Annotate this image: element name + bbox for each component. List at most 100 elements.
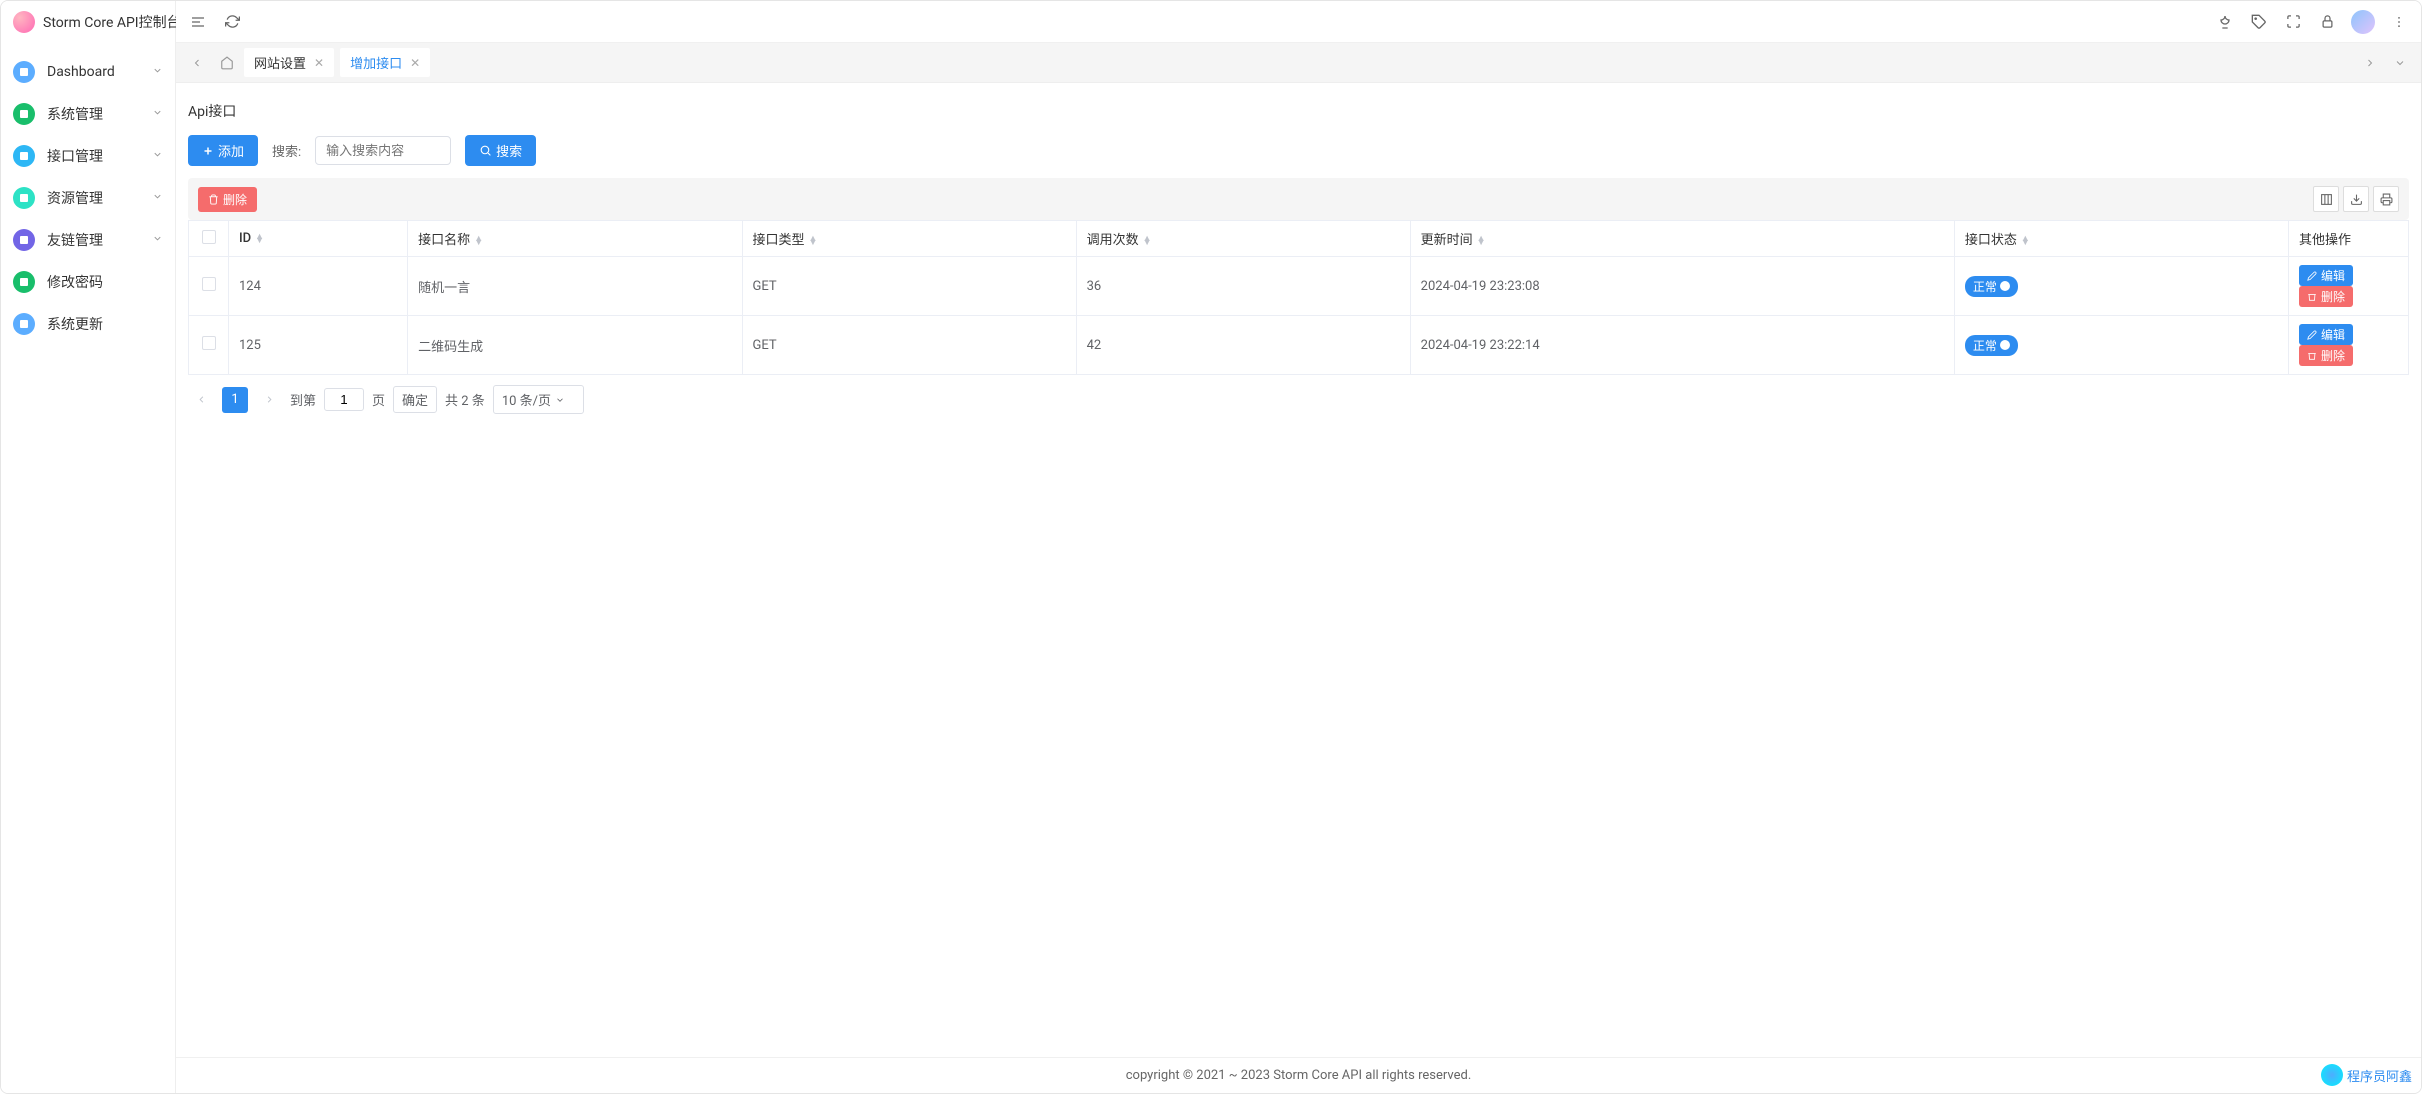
more-icon[interactable] xyxy=(2389,12,2409,32)
delete-button[interactable]: 删除 xyxy=(2299,286,2353,307)
page-prev-button[interactable] xyxy=(188,387,214,413)
search-input[interactable] xyxy=(315,136,451,165)
logo-icon xyxy=(13,11,35,33)
page-unit: 页 xyxy=(372,390,385,409)
watermark: 程序员阿鑫 xyxy=(2321,1064,2412,1086)
sidebar-item[interactable]: 系统更新 xyxy=(1,303,175,345)
print-tool-icon[interactable] xyxy=(2373,186,2399,212)
goto-confirm-button[interactable]: 确定 xyxy=(393,386,437,413)
checkbox-header[interactable] xyxy=(189,221,229,257)
data-table: ID▲▼接口名称▲▼接口类型▲▼调用次数▲▼更新时间▲▼接口状态▲▼其他操作 1… xyxy=(188,220,2409,375)
status-badge[interactable]: 正常 xyxy=(1965,335,2018,356)
tab[interactable]: 增加接口✕ xyxy=(340,48,430,77)
cell-status: 正常 xyxy=(1954,257,2288,316)
user-avatar[interactable] xyxy=(2351,10,2375,34)
cell-type: GET xyxy=(742,257,1076,316)
sidebar-item[interactable]: 友链管理 xyxy=(1,219,175,261)
tabs-home-icon[interactable] xyxy=(214,50,240,76)
sort-icon[interactable]: ▲▼ xyxy=(809,237,818,245)
footer: copyright © 2021 ~ 2023 Storm Core API a… xyxy=(176,1057,2421,1093)
columns-tool-icon[interactable] xyxy=(2313,186,2339,212)
menu-item-icon xyxy=(13,271,35,293)
pagesize-label: 10 条/页 xyxy=(502,390,551,409)
add-button-label: 添加 xyxy=(218,141,244,160)
column-header[interactable]: 调用次数▲▼ xyxy=(1076,221,1410,257)
logo-row: Storm Core API控制台 xyxy=(1,1,175,43)
edit-button[interactable]: 编辑 xyxy=(2299,324,2353,345)
sort-icon[interactable]: ▲▼ xyxy=(1143,237,1152,245)
chevron-down-icon xyxy=(152,190,163,206)
tab[interactable]: 网站设置✕ xyxy=(244,48,334,77)
tabs-next-icon[interactable] xyxy=(2357,50,2383,76)
total-label: 共 2 条 xyxy=(445,390,485,409)
status-badge[interactable]: 正常 xyxy=(1965,276,2018,297)
pagination: 1 到第 页 确定 共 2 条 10 条/页 xyxy=(188,375,2409,424)
menu-item-icon xyxy=(13,145,35,167)
menu-item-icon xyxy=(13,103,35,125)
toolbar: 添加 搜索: 搜索 xyxy=(188,135,2409,166)
cell-type: GET xyxy=(742,316,1076,375)
menu-item-label: 接口管理 xyxy=(47,146,140,166)
sort-icon[interactable]: ▲▼ xyxy=(474,237,483,245)
column-header[interactable]: 其他操作 xyxy=(2289,221,2409,257)
bulk-delete-button[interactable]: 删除 xyxy=(198,187,257,212)
sort-icon[interactable]: ▲▼ xyxy=(255,235,264,243)
sort-icon[interactable]: ▲▼ xyxy=(1477,237,1486,245)
trash-icon xyxy=(2307,351,2317,361)
delete-button[interactable]: 删除 xyxy=(2299,345,2353,366)
column-header[interactable]: 接口名称▲▼ xyxy=(408,221,742,257)
sidebar-item[interactable]: 资源管理 xyxy=(1,177,175,219)
chevron-down-icon xyxy=(152,232,163,248)
refresh-icon[interactable] xyxy=(222,12,242,32)
trash-icon xyxy=(208,194,219,205)
menu-item-icon xyxy=(13,313,35,335)
column-header[interactable]: 接口状态▲▼ xyxy=(1954,221,2288,257)
sidebar-item[interactable]: 接口管理 xyxy=(1,135,175,177)
lock-icon[interactable] xyxy=(2317,12,2337,32)
watermark-text: 程序员阿鑫 xyxy=(2347,1066,2412,1085)
add-button[interactable]: 添加 xyxy=(188,135,258,166)
menu-item-icon xyxy=(13,187,35,209)
menu-item-label: 系统管理 xyxy=(47,104,140,124)
pagesize-select[interactable]: 10 条/页 xyxy=(493,385,584,414)
tab-close-icon[interactable]: ✕ xyxy=(314,56,324,70)
goto-input[interactable] xyxy=(324,388,364,411)
table-row: 124 随机一言 GET 36 2024-04-19 23:23:08 正常 编… xyxy=(189,257,2409,316)
menu-item-label: 友链管理 xyxy=(47,230,140,250)
search-button[interactable]: 搜索 xyxy=(465,135,536,166)
tabs-prev-icon[interactable] xyxy=(184,50,210,76)
tab-close-icon[interactable]: ✕ xyxy=(410,56,420,70)
menu-item-label: Dashboard xyxy=(47,64,140,80)
sidebar: Storm Core API控制台 Dashboard 系统管理接口管理资源管理友… xyxy=(1,1,176,1093)
row-checkbox[interactable] xyxy=(189,316,229,375)
column-header[interactable]: ID▲▼ xyxy=(229,221,408,257)
edit-button[interactable]: 编辑 xyxy=(2299,265,2353,286)
main: 网站设置✕增加接口✕ Api接口 添加 搜索: 搜索 xyxy=(176,1,2421,1093)
column-header[interactable]: 更新时间▲▼ xyxy=(1410,221,1954,257)
fullscreen-icon[interactable] xyxy=(2283,12,2303,32)
page-next-button[interactable] xyxy=(256,387,282,413)
menu-item-label: 系统更新 xyxy=(47,314,163,334)
sidebar-item[interactable]: Dashboard xyxy=(1,51,175,93)
search-button-label: 搜索 xyxy=(496,141,522,160)
tabs-dropdown-icon[interactable] xyxy=(2387,50,2413,76)
chevron-down-icon xyxy=(555,395,565,405)
content: Api接口 添加 搜索: 搜索 删除 xyxy=(176,83,2421,1057)
tag-icon[interactable] xyxy=(2249,12,2269,32)
export-tool-icon[interactable] xyxy=(2343,186,2369,212)
menu-item-icon xyxy=(13,229,35,251)
column-header[interactable]: 接口类型▲▼ xyxy=(742,221,1076,257)
sidebar-item[interactable]: 系统管理 xyxy=(1,93,175,135)
plus-icon xyxy=(202,145,214,157)
sidebar-item[interactable]: 修改密码 xyxy=(1,261,175,303)
app-title: Storm Core API控制台 xyxy=(43,12,181,32)
collapse-menu-icon[interactable] xyxy=(188,12,208,32)
row-checkbox[interactable] xyxy=(189,257,229,316)
chevron-down-icon xyxy=(152,64,163,80)
theme-icon[interactable] xyxy=(2215,12,2235,32)
page-number-button[interactable]: 1 xyxy=(222,387,248,413)
bulk-delete-label: 删除 xyxy=(223,191,247,208)
sort-icon[interactable]: ▲▼ xyxy=(2021,237,2030,245)
tabs-row: 网站设置✕增加接口✕ xyxy=(176,43,2421,83)
table-action-bar: 删除 xyxy=(188,178,2409,220)
